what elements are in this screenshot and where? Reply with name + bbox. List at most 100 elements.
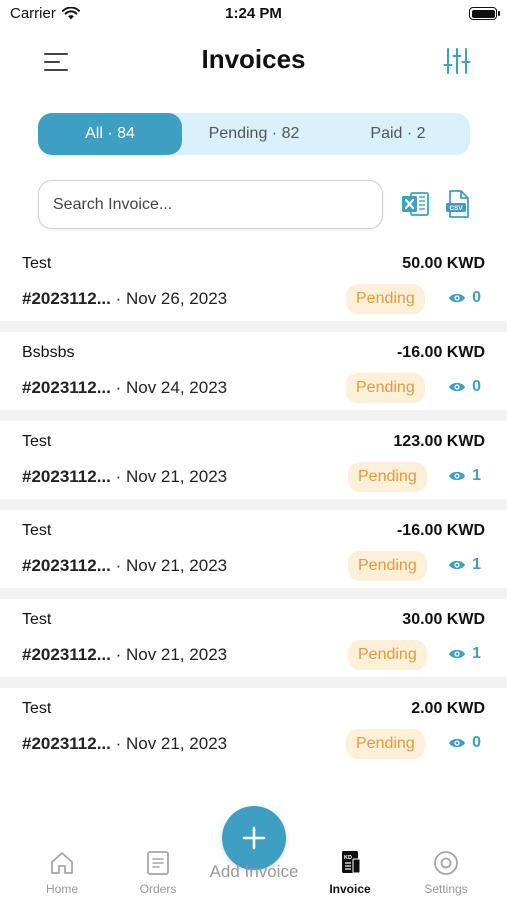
view-count: 0	[448, 289, 481, 307]
invoice-row[interactable]: Test 2.00 KWD #2023112... · Nov 21, 2023…	[0, 688, 507, 766]
status-bar: Carrier 1:24 PM	[0, 0, 507, 28]
invoice-amount: 123.00 KWD	[393, 433, 485, 450]
invoice-date: · Nov 21, 2023	[110, 556, 228, 575]
excel-icon	[402, 192, 429, 216]
csv-icon-text: CSV	[449, 205, 463, 212]
eye-icon	[449, 382, 466, 392]
invoice-meta: #2023112... · Nov 21, 2023	[22, 467, 227, 487]
status-badge: Pending	[348, 551, 427, 581]
nav-home[interactable]: Home	[22, 850, 102, 896]
customer-name: Test	[22, 433, 52, 450]
invoice-meta: #2023112... · Nov 21, 2023	[22, 734, 227, 754]
eye-icon	[449, 560, 466, 570]
divider	[0, 677, 507, 688]
nav-home-label: Home	[45, 882, 78, 896]
invoice-amount: -16.00 KWD	[396, 522, 485, 539]
invoice-row[interactable]: Bsbsbs -16.00 KWD #2023112... · Nov 24, …	[0, 332, 507, 410]
divider	[0, 588, 507, 599]
customer-name: Test	[22, 700, 52, 717]
view-count: 0	[448, 734, 481, 752]
export-csv-button[interactable]: CSV	[445, 189, 471, 219]
invoice-row[interactable]: Test 123.00 KWD #2023112... · Nov 21, 20…	[0, 421, 507, 499]
invoice-row[interactable]: Test 30.00 KWD #2023112... · Nov 21, 202…	[0, 599, 507, 677]
invoice-date: · Nov 26, 2023	[110, 289, 228, 308]
invoice-icon: KD	[342, 851, 361, 874]
tab-pending[interactable]: Pending · 82	[182, 113, 326, 155]
invoice-row[interactable]: Test 50.00 KWD #2023112... · Nov 26, 202…	[0, 243, 507, 321]
invoice-meta: #2023112... · Nov 21, 2023	[22, 645, 227, 665]
invoice-amount: 2.00 KWD	[411, 700, 485, 717]
tab-paid[interactable]: Paid · 2	[326, 113, 470, 155]
invoice-row[interactable]: Test -16.00 KWD #2023112... · Nov 21, 20…	[0, 510, 507, 588]
invoice-number: #2023112...	[22, 467, 111, 486]
eye-icon	[449, 649, 466, 659]
invoice-meta: #2023112... · Nov 21, 2023	[22, 556, 227, 576]
invoice-date: · Nov 21, 2023	[110, 467, 228, 486]
view-count-value: 0	[472, 734, 481, 751]
status-badge: Pending	[348, 640, 427, 670]
eye-icon	[449, 471, 466, 481]
view-count-value: 1	[472, 556, 481, 573]
invoice-amount: 50.00 KWD	[402, 255, 485, 272]
export-excel-button[interactable]	[400, 189, 430, 219]
status-badge: Pending	[346, 284, 425, 314]
nav-invoice-label: Invoice	[329, 882, 371, 896]
filter-button[interactable]	[443, 46, 471, 76]
view-count-value: 0	[472, 289, 481, 306]
invoice-meta: #2023112... · Nov 26, 2023	[22, 289, 227, 309]
status-badge: Pending	[348, 462, 427, 492]
settings-icon	[434, 851, 458, 875]
invoice-number: #2023112...	[22, 734, 111, 753]
view-count: 0	[448, 378, 481, 396]
invoice-date: · Nov 21, 2023	[110, 645, 228, 664]
view-count-value: 1	[472, 645, 481, 662]
plus-icon	[242, 826, 266, 850]
sliders-icon	[443, 48, 471, 74]
status-time: 1:24 PM	[225, 5, 282, 22]
status-badge: Pending	[346, 373, 425, 403]
invoice-date: · Nov 24, 2023	[110, 378, 228, 397]
header: Invoices	[0, 40, 507, 84]
nav-settings-label: Settings	[424, 882, 468, 896]
invoice-list: Test 50.00 KWD #2023112... · Nov 26, 202…	[0, 243, 507, 766]
status-tabs: All · 84 Pending · 82 Paid · 2	[38, 113, 470, 155]
customer-name: Test	[22, 522, 52, 539]
eye-icon	[449, 293, 466, 303]
view-count-value: 0	[472, 378, 481, 395]
invoice-meta: #2023112... · Nov 24, 2023	[22, 378, 227, 398]
view-count: 1	[448, 556, 481, 574]
divider	[0, 410, 507, 421]
invoice-date: · Nov 21, 2023	[110, 734, 228, 753]
invoice-icon-text: KD	[344, 855, 352, 861]
invoice-amount: 30.00 KWD	[402, 611, 485, 628]
divider	[0, 321, 507, 332]
eye-icon	[449, 738, 466, 748]
nav-settings[interactable]: Settings	[406, 850, 486, 896]
invoice-amount: -16.00 KWD	[396, 344, 485, 361]
invoice-number: #2023112...	[22, 378, 111, 397]
customer-name: Test	[22, 611, 52, 628]
view-count: 1	[448, 645, 481, 663]
page-title: Invoices	[201, 44, 306, 74]
battery-icon	[469, 7, 500, 20]
home-icon	[51, 852, 73, 874]
search-box	[38, 180, 383, 229]
view-count: 1	[448, 467, 481, 485]
nav-orders[interactable]: Orders	[118, 850, 198, 896]
nav-invoice[interactable]: KD Invoice	[310, 850, 390, 896]
invoice-number: #2023112...	[22, 289, 111, 308]
view-count-value: 1	[472, 467, 481, 484]
orders-icon	[147, 851, 169, 875]
search-input[interactable]	[39, 181, 382, 228]
add-invoice-button[interactable]	[222, 806, 286, 870]
divider	[0, 499, 507, 510]
csv-file-icon: CSV	[446, 190, 469, 218]
invoice-number: #2023112...	[22, 556, 111, 575]
add-invoice-label: Add Invoice	[209, 862, 299, 881]
status-badge: Pending	[346, 729, 425, 759]
customer-name: Test	[22, 255, 52, 272]
tab-all[interactable]: All · 84	[38, 113, 182, 155]
customer-name: Bsbsbs	[22, 344, 75, 361]
invoice-number: #2023112...	[22, 645, 111, 664]
nav-orders-label: Orders	[139, 882, 177, 896]
